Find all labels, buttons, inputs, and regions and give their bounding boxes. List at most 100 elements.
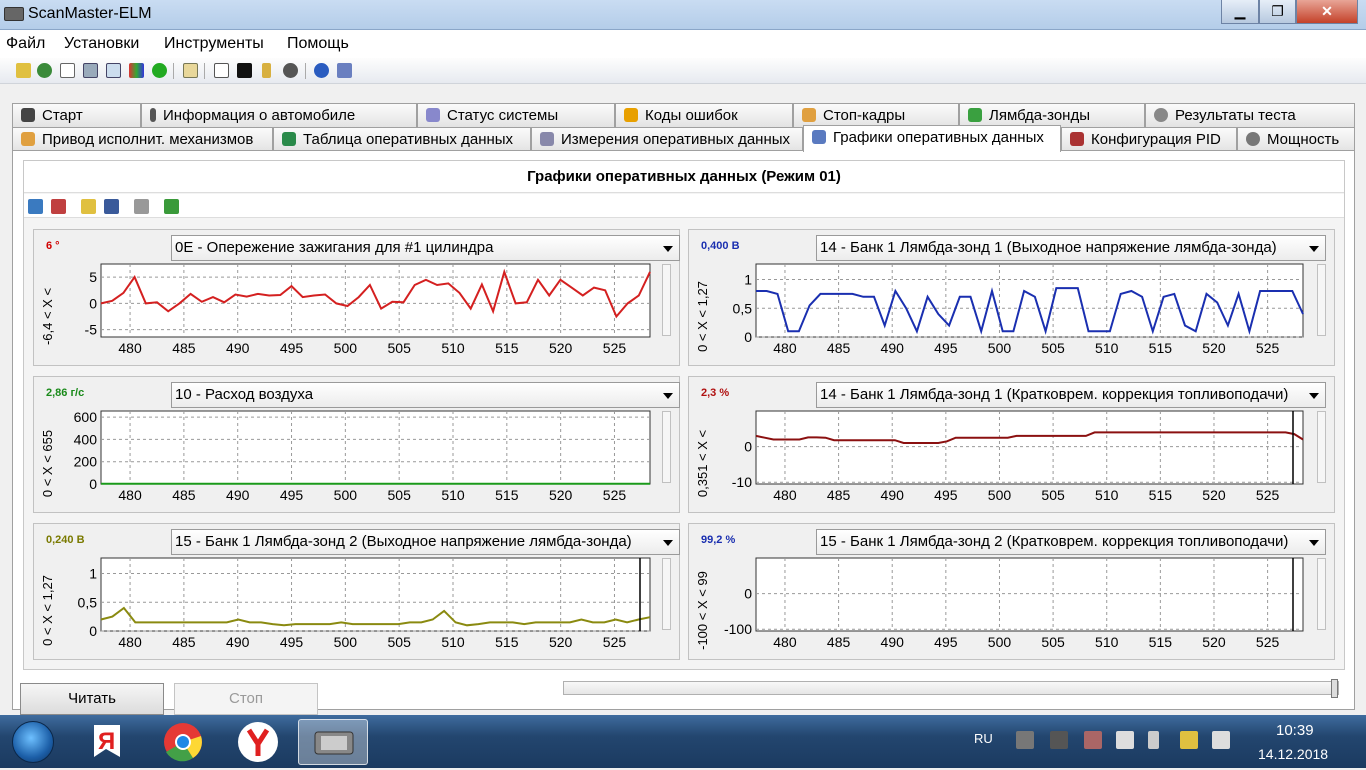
tab-system-status[interactable]: Статус системы [417, 103, 615, 127]
y-tick-label: 0 [89, 623, 97, 639]
network-icon[interactable] [1180, 731, 1198, 749]
window-title: ScanMaster-ELM [28, 5, 152, 22]
maximize-button[interactable]: ❐ [1259, 0, 1296, 24]
clock-time[interactable]: 10:39 [1276, 722, 1314, 739]
table-icon [282, 132, 296, 146]
open-folder-icon[interactable] [81, 199, 96, 214]
globe-icon[interactable] [37, 63, 52, 78]
menu-file[interactable]: Файл [6, 35, 45, 53]
vertical-scrollbar[interactable] [662, 411, 671, 483]
taskbar-scanmaster[interactable] [298, 719, 368, 765]
current-value: 6 ° [46, 240, 60, 252]
exit-icon[interactable] [337, 63, 352, 78]
menu-settings[interactable]: Установки [64, 35, 139, 53]
yandex-icon: Я [94, 725, 120, 757]
terminal-icon[interactable] [237, 63, 252, 78]
tab-freeze-frames[interactable]: Стоп-кадры [793, 103, 959, 127]
x-tick-label: 515 [1149, 487, 1173, 503]
pid-select[interactable]: 15 - Банк 1 Лямбда-зонд 2 (Выходное напр… [171, 529, 680, 555]
tab-actuators[interactable]: Привод исполнит. механизмов [12, 127, 273, 151]
tray-display-icon[interactable] [1050, 731, 1068, 749]
document-icon[interactable] [60, 63, 75, 78]
sensor-icon[interactable] [283, 63, 298, 78]
clipboard-icon[interactable] [183, 63, 198, 78]
monitor-icon[interactable] [214, 63, 229, 78]
graph-icon[interactable] [129, 63, 144, 78]
info-icon[interactable] [314, 63, 329, 78]
x-tick-label: 490 [226, 487, 250, 503]
remove-graph-icon[interactable] [51, 199, 66, 214]
tab-trouble-codes[interactable]: Коды ошибок [615, 103, 793, 127]
tab-start[interactable]: Старт [12, 103, 141, 127]
tray-app-icon[interactable] [1016, 731, 1034, 749]
battery-icon[interactable] [1148, 731, 1159, 749]
x-tick-label: 490 [881, 487, 905, 503]
vertical-scrollbar[interactable] [1317, 264, 1326, 336]
tray-action-center-icon[interactable] [1116, 731, 1134, 749]
battery-icon[interactable] [262, 63, 271, 78]
x-tick-label: 510 [441, 634, 465, 650]
chart-o2-b1s1-voltage: 480 485 490 495 500 505 510 515 520 525 1 0,5 0 0 < X… [688, 229, 1335, 366]
x-tick-label: 510 [441, 340, 465, 356]
taskbar-chrome[interactable] [155, 719, 211, 765]
vertical-scrollbar[interactable] [1317, 411, 1326, 483]
read-button[interactable]: Читать [20, 683, 164, 715]
tab-live-data-graphs[interactable]: Графики оперативных данных [803, 125, 1061, 152]
tab-live-data-table[interactable]: Таблица оперативных данных [273, 127, 531, 151]
tab-live-data-measurements[interactable]: Измерения оперативных данных [531, 127, 803, 151]
menu-tools[interactable]: Инструменты [164, 35, 264, 53]
current-value: 0,400 В [701, 240, 740, 252]
tab-test-results[interactable]: Результаты теста [1145, 103, 1355, 127]
pid-select[interactable]: 15 - Банк 1 Лямбда-зонд 2 (Кратковрем. к… [816, 529, 1326, 555]
print-icon[interactable] [134, 199, 149, 214]
progress-thumb[interactable] [1331, 679, 1338, 698]
y-tick-label: -10 [732, 474, 752, 490]
record-icon[interactable] [152, 63, 167, 78]
close-button[interactable]: ✕ [1296, 0, 1358, 24]
chevron-down-icon [1309, 246, 1319, 252]
x-tick-label: 515 [495, 487, 519, 503]
add-graph-icon[interactable] [28, 199, 43, 214]
connect-icon[interactable] [16, 63, 31, 78]
export-icon[interactable] [164, 199, 179, 214]
y-tick-label: 0 [744, 586, 752, 602]
gear-icon [1154, 108, 1168, 122]
x-tick-label: 505 [1041, 634, 1065, 650]
y-axis-range-label: 0 < X < 655 [40, 430, 55, 497]
save-icon[interactable] [104, 199, 119, 214]
x-tick-label: 520 [549, 634, 573, 650]
tab-vehicle-info[interactable]: Информация о автомобиле [141, 103, 417, 127]
x-tick-label: 505 [388, 634, 412, 650]
minimize-button[interactable]: ▁ [1221, 0, 1259, 24]
pid-select[interactable]: 0E - Опережение зажигания для #1 цилиндр… [171, 235, 680, 261]
tray-tool-icon[interactable] [1084, 731, 1102, 749]
taskbar-yandex-browser[interactable]: Я [78, 719, 134, 765]
progress-bar [563, 681, 1339, 695]
tab-oxygen-sensors[interactable]: Лямбда-зонды [959, 103, 1145, 127]
tab-pid-config[interactable]: Конфигурация PID [1061, 127, 1237, 151]
table-icon[interactable] [83, 63, 98, 78]
stop-button[interactable]: Стоп [174, 683, 318, 715]
vertical-scrollbar[interactable] [662, 558, 671, 630]
x-tick-label: 525 [1256, 340, 1280, 356]
volume-muted-icon[interactable] [1212, 731, 1230, 749]
y-tick-label: 1 [89, 566, 97, 582]
x-tick-label: 520 [549, 340, 573, 356]
windows-start-button[interactable] [12, 721, 54, 763]
x-tick-label: 500 [988, 634, 1012, 650]
pid-select[interactable]: 14 - Банк 1 Лямбда-зонд 1 (Выходное напр… [816, 235, 1326, 261]
chart-o2-b1s1-trim: 480 485 490 495 500 505 510 515 520 525 0 -10 0,351 … [688, 376, 1335, 513]
menu-help[interactable]: Помощь [287, 35, 349, 53]
clock-date[interactable]: 14.12.2018 [1258, 746, 1328, 762]
pid-select[interactable]: 10 - Расход воздуха [171, 382, 680, 408]
x-tick-label: 520 [1202, 634, 1226, 650]
x-tick-label: 525 [1256, 487, 1280, 503]
tab-power[interactable]: Мощность [1237, 127, 1355, 151]
language-indicator[interactable]: RU [974, 731, 993, 746]
vertical-scrollbar[interactable] [1317, 558, 1326, 630]
vertical-scrollbar[interactable] [662, 264, 671, 336]
pid-select[interactable]: 14 - Банк 1 Лямбда-зонд 1 (Кратковрем. к… [816, 382, 1326, 408]
plot-area [755, 263, 1304, 338]
measure-icon[interactable] [106, 63, 121, 78]
taskbar-yandex[interactable] [230, 719, 286, 765]
